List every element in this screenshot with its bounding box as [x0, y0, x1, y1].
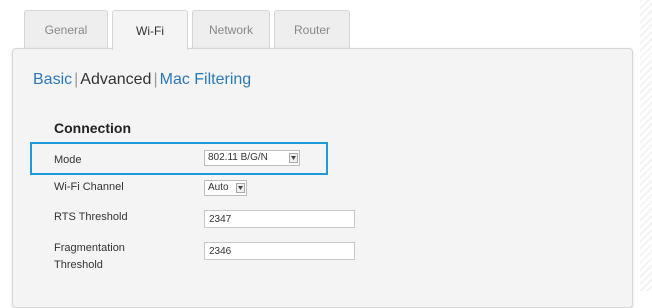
wifi-channel-select-value: Auto: [208, 182, 229, 193]
fragmentation-threshold-label-line2: Threshold: [54, 259, 103, 271]
subnav-separator: |: [153, 71, 158, 88]
tab-network[interactable]: Network: [192, 10, 270, 48]
chevron-down-icon: [289, 153, 298, 163]
tab-wifi[interactable]: Wi-Fi: [112, 10, 188, 50]
mode-label: Mode: [54, 154, 82, 166]
tab-router[interactable]: Router: [274, 10, 350, 48]
decorative-stripe: [640, 0, 652, 291]
fragmentation-threshold-label: Fragmentation Threshold: [54, 241, 125, 272]
mode-select[interactable]: 802.11 B/G/N: [204, 150, 300, 166]
settings-panel: Basic | Advanced | Mac Filtering Connection …: [12, 48, 633, 308]
fragmentation-threshold-input[interactable]: [204, 242, 355, 260]
subnav-mac-filtering-link[interactable]: Mac Filtering: [160, 71, 252, 88]
rts-threshold-label: RTS Threshold: [54, 211, 128, 223]
subnav: Basic | Advanced | Mac Filtering: [33, 71, 251, 89]
wifi-channel-label: Wi-Fi Channel: [54, 181, 124, 193]
section-title: Connection: [54, 120, 131, 136]
wifi-channel-select[interactable]: Auto: [204, 180, 247, 196]
subnav-separator: |: [74, 71, 79, 88]
subnav-basic-link[interactable]: Basic: [33, 71, 72, 88]
rts-threshold-input[interactable]: [204, 210, 355, 228]
subnav-advanced-current: Advanced: [80, 71, 152, 88]
mode-select-value: 802.11 B/G/N: [208, 152, 268, 163]
tab-general[interactable]: General: [24, 10, 108, 48]
fragmentation-threshold-label-line1: Fragmentation: [54, 242, 125, 254]
chevron-down-icon: [236, 183, 245, 193]
